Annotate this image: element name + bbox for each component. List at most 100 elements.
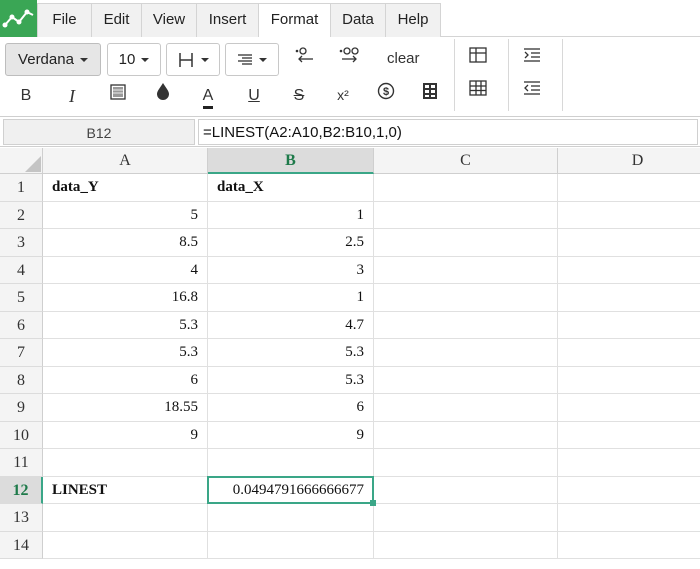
font-family-select[interactable]: Verdana xyxy=(5,43,101,76)
increase-decimal-button[interactable] xyxy=(336,45,364,73)
cell-d3[interactable] xyxy=(558,229,700,257)
cell-c12[interactable] xyxy=(374,476,558,504)
cell-b14[interactable] xyxy=(208,531,374,559)
menu-format[interactable]: Format xyxy=(259,3,331,38)
row-header-12[interactable]: 12 xyxy=(0,476,43,504)
cell-d10[interactable] xyxy=(558,422,700,449)
menu-view[interactable]: View xyxy=(142,3,197,37)
clear-button[interactable]: clear xyxy=(387,50,420,67)
row-header-7[interactable]: 7 xyxy=(0,339,43,367)
fill-color-button[interactable] xyxy=(149,82,177,110)
format-button[interactable] xyxy=(416,82,444,110)
cell-d8[interactable] xyxy=(558,367,700,394)
superscript-button[interactable]: x² xyxy=(329,81,357,109)
cell-c3[interactable] xyxy=(374,229,558,257)
cell-c5[interactable] xyxy=(374,284,558,312)
cell-a8[interactable]: 6 xyxy=(43,366,208,394)
cell-d9[interactable] xyxy=(558,394,700,422)
outdent-button[interactable] xyxy=(518,78,546,106)
row-header-1[interactable]: 1 xyxy=(0,174,43,202)
borders-button[interactable] xyxy=(166,43,220,76)
row-header-3[interactable]: 3 xyxy=(0,229,43,257)
cell-d1[interactable] xyxy=(558,174,700,202)
row-header-9[interactable]: 9 xyxy=(0,394,43,422)
menu-file[interactable]: File xyxy=(37,3,92,37)
cell-d5[interactable] xyxy=(558,284,700,312)
cell-a14[interactable] xyxy=(43,531,208,559)
menu-help[interactable]: Help xyxy=(386,3,441,37)
cell-a13[interactable] xyxy=(43,504,208,532)
cell-a10[interactable]: 9 xyxy=(43,421,208,449)
cell-a4[interactable]: 4 xyxy=(43,256,208,284)
row-header-2[interactable]: 2 xyxy=(0,201,43,229)
bold-button[interactable]: B xyxy=(12,82,40,110)
row-header-10[interactable]: 10 xyxy=(0,421,43,449)
column-header-a[interactable]: A xyxy=(43,148,208,174)
cell-b10[interactable]: 9 xyxy=(208,421,374,449)
cell-b3[interactable]: 2.5 xyxy=(208,229,374,257)
font-size-select[interactable]: 10 xyxy=(107,43,161,76)
cell-c8[interactable] xyxy=(374,366,558,394)
merge-cells-button[interactable] xyxy=(464,45,492,73)
italic-button[interactable]: I xyxy=(58,82,86,110)
cell-d14[interactable] xyxy=(558,532,700,559)
cell-b7[interactable]: 5.3 xyxy=(208,339,374,367)
cell-a1[interactable]: data_Y xyxy=(43,174,208,202)
cell-a7[interactable]: 5.3 xyxy=(43,339,208,367)
cell-b12[interactable]: 0.0494791666666677 xyxy=(208,476,374,504)
row-header-5[interactable]: 5 xyxy=(0,284,43,312)
cell-b1[interactable]: data_X xyxy=(208,174,374,202)
cell-b2[interactable]: 1 xyxy=(208,201,374,229)
cell-c2[interactable] xyxy=(374,201,558,229)
row-header-13[interactable]: 13 xyxy=(0,504,43,532)
fill-handle[interactable] xyxy=(370,500,376,506)
indent-button[interactable] xyxy=(518,45,546,73)
cell-b9[interactable]: 6 xyxy=(208,394,374,422)
cell-c13[interactable] xyxy=(374,504,558,532)
row-header-4[interactable]: 4 xyxy=(0,256,43,284)
grid-lines-button[interactable] xyxy=(464,78,492,106)
cell-d13[interactable] xyxy=(558,504,700,532)
cell-b4[interactable]: 3 xyxy=(208,256,374,284)
cell-a9[interactable]: 18.55 xyxy=(43,394,208,422)
cell-d7[interactable] xyxy=(558,339,700,367)
row-header-14[interactable]: 14 xyxy=(0,531,43,559)
cell-c10[interactable] xyxy=(374,421,558,449)
cell-d6[interactable] xyxy=(558,312,700,339)
underline-button[interactable]: U xyxy=(240,82,268,110)
cell-c7[interactable] xyxy=(374,339,558,367)
row-header-11[interactable]: 11 xyxy=(0,449,43,477)
menu-insert[interactable]: Insert xyxy=(197,3,259,37)
cell-b6[interactable]: 4.7 xyxy=(208,311,374,339)
cell-c6[interactable] xyxy=(374,311,558,339)
background-button[interactable] xyxy=(104,82,132,110)
menu-data[interactable]: Data xyxy=(331,3,386,37)
cell-b5[interactable]: 1 xyxy=(208,284,374,312)
cell-b11[interactable] xyxy=(208,449,374,477)
cell-reference-box[interactable]: B12 xyxy=(3,119,195,145)
select-all-corner[interactable] xyxy=(0,148,43,174)
cell-a3[interactable]: 8.5 xyxy=(43,229,208,257)
cell-a11[interactable] xyxy=(43,449,208,477)
cell-d4[interactable] xyxy=(558,257,700,284)
cell-c14[interactable] xyxy=(374,531,558,559)
cell-a6[interactable]: 5.3 xyxy=(43,311,208,339)
cell-c4[interactable] xyxy=(374,256,558,284)
decrease-decimal-button[interactable] xyxy=(291,45,319,73)
row-header-8[interactable]: 8 xyxy=(0,366,43,394)
text-color-button[interactable]: A xyxy=(194,82,222,110)
align-button[interactable] xyxy=(225,43,279,76)
currency-button[interactable]: $ xyxy=(372,82,400,110)
menu-edit[interactable]: Edit xyxy=(92,3,142,37)
row-header-6[interactable]: 6 xyxy=(0,311,43,339)
cell-a5[interactable]: 16.8 xyxy=(43,284,208,312)
cell-c11[interactable] xyxy=(374,449,558,477)
cell-b8[interactable]: 5.3 xyxy=(208,366,374,394)
formula-input[interactable]: =LINEST(A2:A10,B2:B10,1,0) xyxy=(198,119,698,145)
cell-a2[interactable]: 5 xyxy=(43,201,208,229)
cell-d11[interactable] xyxy=(558,449,700,477)
cell-b13[interactable] xyxy=(208,504,374,532)
cell-a12[interactable]: LINEST xyxy=(43,476,208,504)
cell-c1[interactable] xyxy=(374,174,558,202)
cell-d12[interactable] xyxy=(558,477,700,504)
